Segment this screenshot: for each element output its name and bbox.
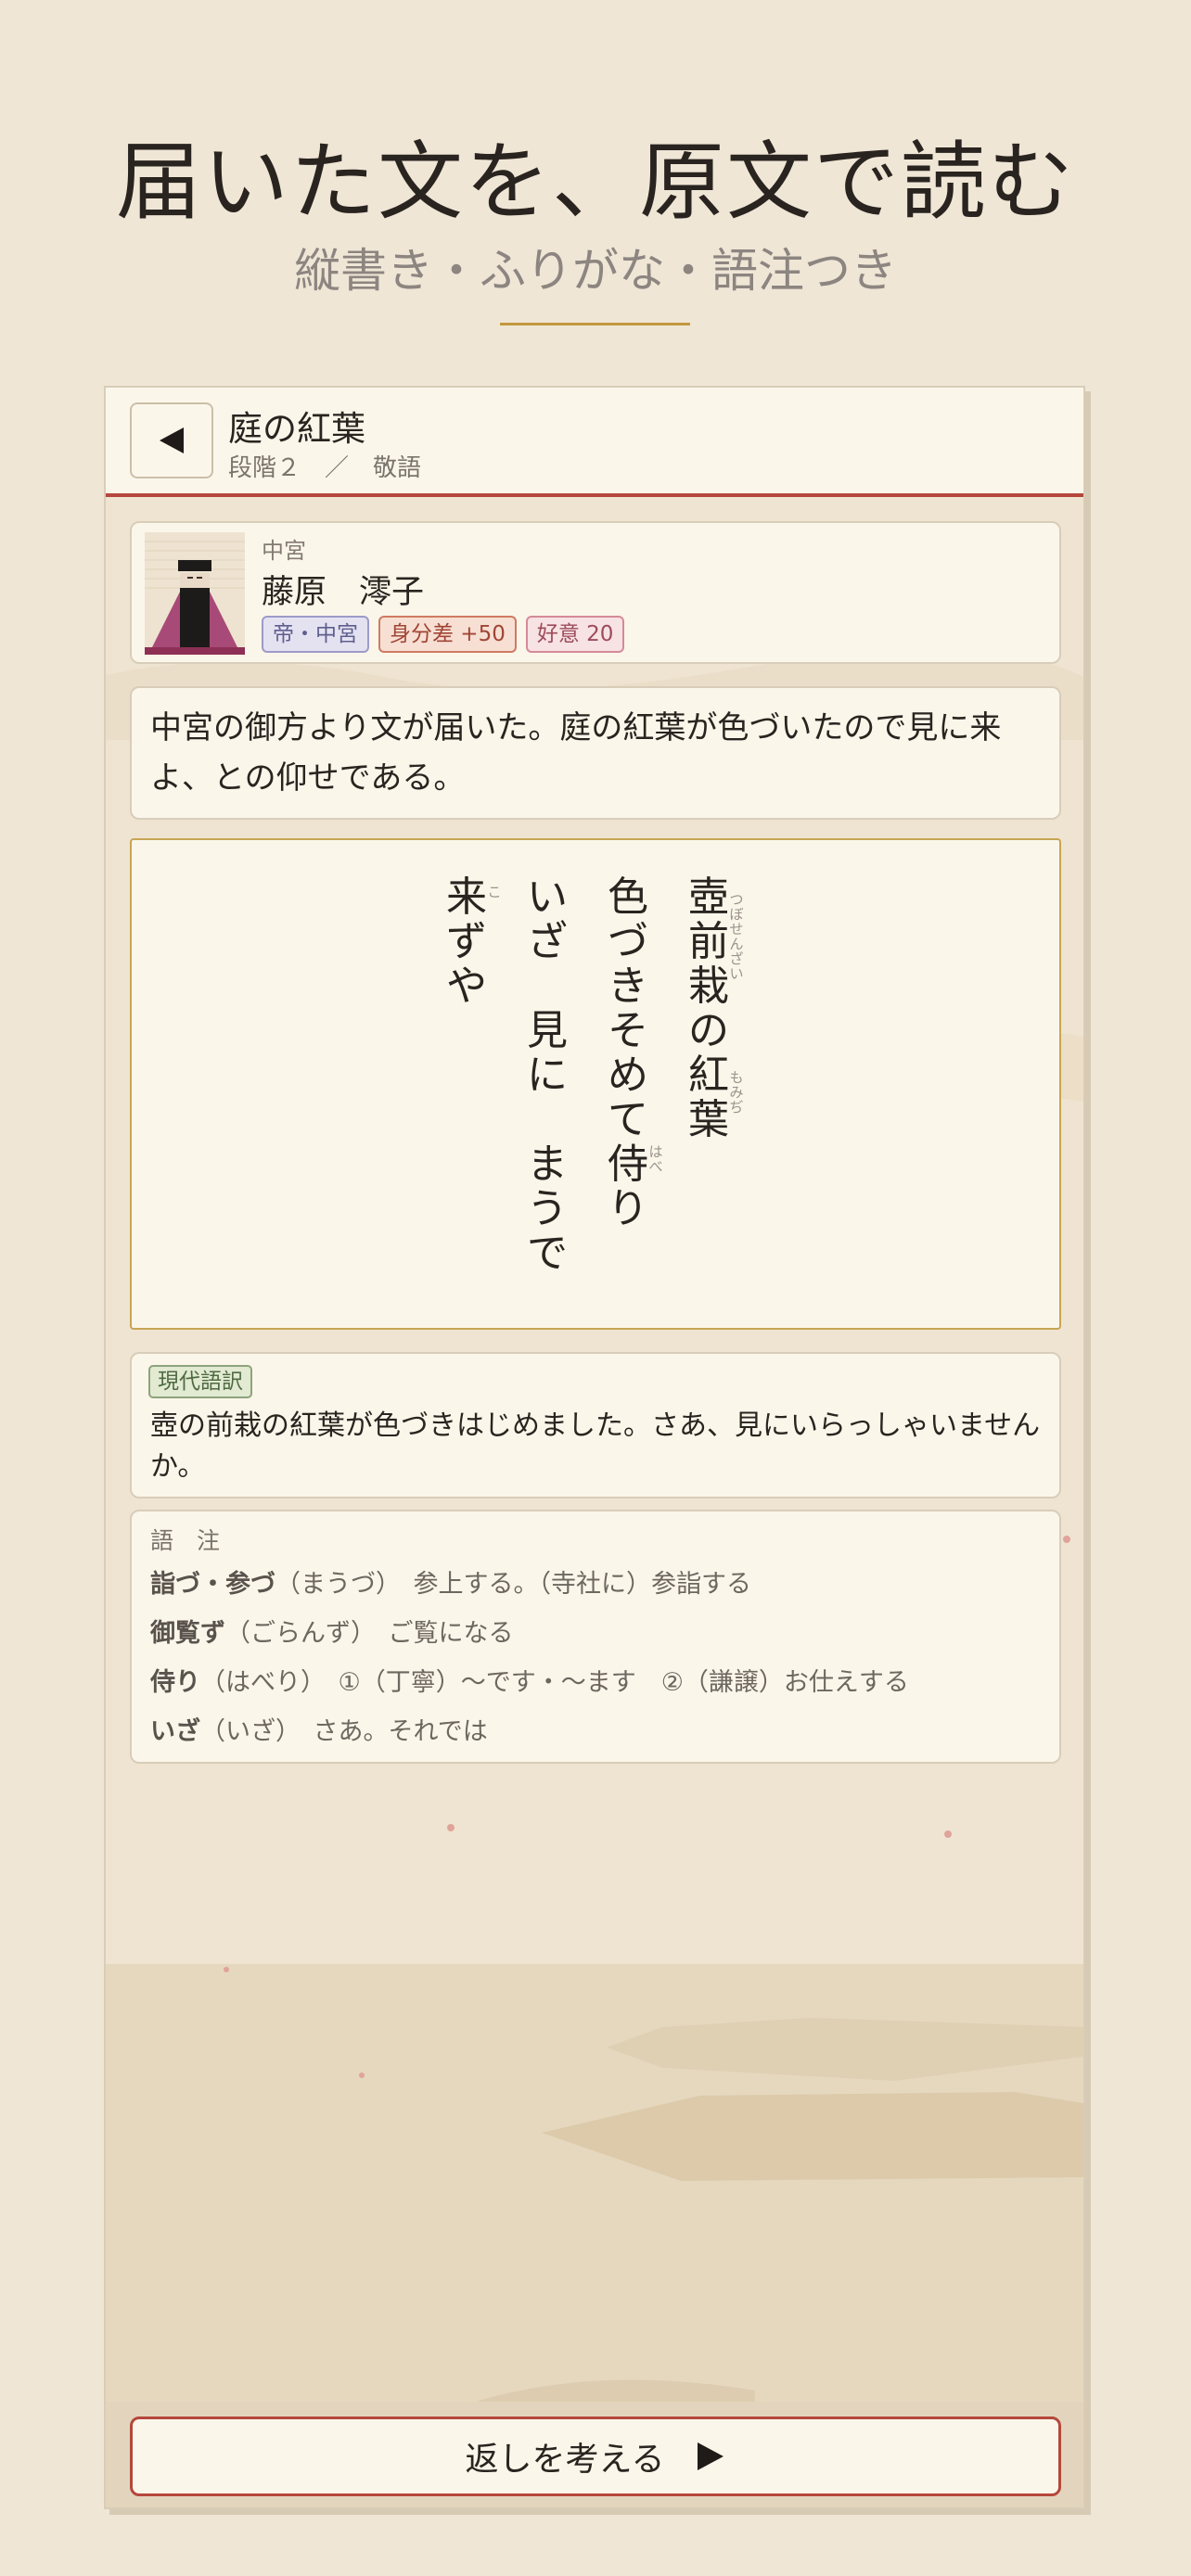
- glossary-item: いざ（いざ） さあ。それでは: [150, 1711, 488, 1747]
- poem-char: 紅: [688, 1052, 729, 1099]
- poem-char: 見: [527, 1007, 568, 1054]
- sender-rank: 中宮: [262, 538, 306, 564]
- poem-char: う: [527, 1185, 568, 1232]
- poem-char: 葉: [688, 1096, 729, 1143]
- poem-char: 色: [608, 874, 648, 921]
- poem-char: き: [608, 963, 648, 1010]
- glossary-item: 詣づ・参づ（まうづ） 参上する。（寺社に）参詣する: [150, 1563, 751, 1600]
- poem-char: 来: [446, 874, 487, 921]
- furigana: つぼせんざい: [729, 891, 744, 982]
- furigana: はべ: [648, 1143, 663, 1175]
- phone-screen: 庭の紅葉 段階２ ／ 敬語 中宮 藤原 澪子 帝・中宮 身分差 +50 好意 2…: [104, 386, 1085, 2509]
- narration-text: 中宮の御方より文が届いた。庭の紅葉が色づいたので見に来よ、との仰せである。: [150, 709, 1002, 797]
- glossary-box: 語 注 詣づ・参づ（まうづ） 参上する。（寺社に）参詣する 御覧ず（ごらんず） …: [130, 1510, 1061, 1764]
- glossary-reading: （いざ）: [200, 1717, 288, 1746]
- triangle-left-icon: [160, 427, 184, 453]
- glossary-gloss: 参上する。（寺社に）参詣する: [388, 1570, 751, 1599]
- poem-char: い: [527, 874, 568, 921]
- reply-label: 返しを考える: [465, 2441, 665, 2479]
- favor-badge: 好意 20: [525, 616, 625, 653]
- poem-char: 壺: [688, 874, 729, 921]
- poem-char: や: [446, 963, 487, 1010]
- poem-char: り: [608, 1185, 648, 1232]
- translation-text: 壺の前栽の紅葉が色づきはじめました。さあ、見にいらっしゃいませんか。: [150, 1409, 1041, 1483]
- glossary-term: 御覧ず: [150, 1619, 225, 1648]
- avatar: [145, 532, 245, 655]
- sender-badges: 帝・中宮 身分差 +50 好意 20: [262, 616, 625, 653]
- poem-char: 侍: [608, 1141, 648, 1188]
- glossary-title: 語 注: [150, 1527, 221, 1554]
- glossary-term: いざ: [150, 1717, 200, 1746]
- poem-char: で: [527, 1230, 568, 1277]
- poem-char: づ: [608, 918, 648, 965]
- poem-char: め: [608, 1052, 648, 1099]
- translation-tag: 現代語訳: [148, 1365, 252, 1398]
- poem-char: て: [608, 1096, 648, 1143]
- hero-subtitle: 縦書き・ふりがな・語注つき: [294, 244, 897, 298]
- glossary-reading: （まうづ）: [275, 1570, 389, 1599]
- poem-char: の: [688, 1007, 729, 1054]
- poem-char: [525, 964, 570, 1009]
- poem-char: そ: [608, 1007, 648, 1054]
- glossary-term: 詣づ・参づ: [150, 1570, 275, 1599]
- hero-divider: [500, 323, 690, 325]
- poem-char: に: [527, 1052, 568, 1099]
- glossary-term: 侍り: [150, 1668, 200, 1697]
- back-button[interactable]: [130, 402, 213, 478]
- sender-card: 中宮 藤原 澪子 帝・中宮 身分差 +50 好意 20: [130, 521, 1061, 664]
- page-title: 庭の紅葉: [228, 409, 365, 449]
- relation-badge: 帝・中宮: [262, 616, 369, 653]
- glossary-reading: （ごらんず）: [225, 1619, 364, 1648]
- hero-title: 届いた文を、原文で読む: [115, 133, 1075, 232]
- poem-char: 前: [688, 918, 729, 965]
- glossary-item: 侍り（はべり） ①（丁寧）〜です・〜ます ②（謙譲）お仕えする: [150, 1662, 909, 1698]
- triangle-right-icon: [698, 2442, 724, 2470]
- poem-char: ま: [527, 1141, 568, 1188]
- furigana: もみぢ: [729, 1069, 744, 1116]
- poem-char: 栽: [688, 963, 729, 1010]
- stage-label: 段階２ ／ 敬語: [228, 454, 422, 482]
- glossary-gloss: さあ。それでは: [288, 1717, 488, 1746]
- app-header: 庭の紅葉 段階２ ／ 敬語: [106, 388, 1083, 497]
- poem-char: [525, 1098, 570, 1142]
- sender-name: 藤原 澪子: [262, 574, 425, 611]
- poem-panel: 壺前栽の紅葉 つぼせんざいもみぢ 色づきそめて侍りはべ いざ 見に まうで 来ずや こ: [130, 838, 1061, 1330]
- glossary-gloss: ①（丁寧）〜です・〜ます ②（謙譲）お仕えする: [313, 1668, 909, 1697]
- glossary-reading: （はべり）: [200, 1668, 314, 1697]
- compose-reply-button[interactable]: 返しを考える: [130, 2417, 1061, 2496]
- narration-box: 中宮の御方より文が届いた。庭の紅葉が色づいたので見に来よ、との仰せである。: [130, 686, 1061, 820]
- glossary-item: 御覧ず（ごらんず） ご覧になる: [150, 1613, 514, 1649]
- translation-box: 現代語訳 壺の前栽の紅葉が色づきはじめました。さあ、見にいらっしゃいませんか。: [130, 1352, 1061, 1498]
- furigana: こ: [487, 884, 502, 900]
- rank-gap-badge: 身分差 +50: [378, 616, 517, 653]
- poem-char: ざ: [527, 918, 568, 965]
- poem-char: ず: [446, 918, 487, 965]
- glossary-gloss: ご覧になる: [363, 1619, 514, 1648]
